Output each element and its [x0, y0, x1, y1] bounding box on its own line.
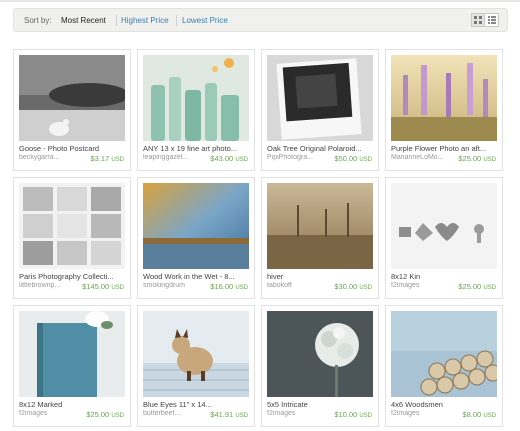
listing-photo[interactable] [391, 311, 497, 397]
sort-lowest-price[interactable]: Lowest Price [182, 16, 228, 25]
listing-title[interactable]: 5x5 Intricate [267, 400, 373, 409]
sort-highest-price[interactable]: Highest Price [121, 16, 169, 25]
listing-shop[interactable]: MarianneLoMo... [391, 154, 451, 161]
listing-shop[interactable]: beckygarra... [19, 154, 79, 161]
listing-title[interactable]: Goose - Photo Postcard [19, 144, 125, 153]
listing-price: $25.00 USD [458, 154, 496, 163]
listing-price: $43.00 USD [210, 154, 248, 163]
sort-separator [176, 15, 177, 26]
listing-card[interactable]: 4x6 Woodsmen f2images $8.00 USD [385, 305, 503, 427]
list-view-icon [487, 16, 496, 24]
listing-photo[interactable] [267, 55, 373, 141]
listing-price: $30.00 USD [334, 282, 372, 291]
listing-card[interactable]: 8x12 Kin f2images $25.00 USD [385, 177, 503, 299]
listing-title[interactable]: Paris Photography Collecti... [19, 272, 125, 281]
listing-shop[interactable]: PipiPhotogra... [267, 154, 327, 161]
listing-price: $10.00 USD [334, 410, 372, 419]
listing-shop[interactable]: tabokoff [267, 282, 327, 289]
listing-card[interactable]: 5x5 Intricate f2images $10.00 USD [261, 305, 379, 427]
listing-price: $25.00 USD [458, 282, 496, 291]
listing-shop[interactable]: f2images [391, 282, 451, 289]
listing-shop[interactable]: f2images [19, 410, 79, 417]
listing-title[interactable]: Purple Flower Photo an aft... [391, 144, 497, 153]
listing-title[interactable]: Wood Work in the Wet - 8... [143, 272, 249, 281]
listing-price: $50.00 USD [334, 154, 372, 163]
listing-title[interactable]: hiver [267, 272, 373, 281]
listing-title[interactable]: 4x6 Woodsmen [391, 400, 497, 409]
listing-card[interactable]: Purple Flower Photo an aft... MarianneLo… [385, 49, 503, 171]
listing-photo[interactable] [267, 311, 373, 397]
grid-view-icon [474, 16, 482, 24]
listing-photo[interactable] [391, 55, 497, 141]
listing-card[interactable]: hiver tabokoff $30.00 USD [261, 177, 379, 299]
listing-photo[interactable] [19, 55, 125, 141]
listing-card[interactable]: Oak Tree Original Polaroid... PipiPhotog… [261, 49, 379, 171]
listing-price: $145.00 USD [82, 282, 124, 291]
listing-price: $41.91 USD [210, 410, 248, 419]
listing-title[interactable]: 8x12 Marked [19, 400, 125, 409]
listing-shop[interactable]: f2images [267, 410, 327, 417]
listing-title[interactable]: 8x12 Kin [391, 272, 497, 281]
listing-photo[interactable] [19, 311, 125, 397]
listing-photo[interactable] [19, 183, 125, 269]
listing-shop[interactable]: leapinggazel... [143, 154, 203, 161]
listing-card[interactable]: Paris Photography Collecti... littlebrow… [13, 177, 131, 299]
listing-card[interactable]: Wood Work in the Wet - 8... smokingdrum … [137, 177, 255, 299]
listing-price: $16.00 USD [210, 282, 248, 291]
listing-price: $25.00 USD [86, 410, 124, 419]
sort-label: Sort by: [24, 16, 52, 25]
listing-photo[interactable] [143, 311, 249, 397]
listing-title[interactable]: Oak Tree Original Polaroid... [267, 144, 373, 153]
listing-photo[interactable] [143, 55, 249, 141]
listing-card[interactable]: ANY 13 x 19 fine art photo... leapinggaz… [137, 49, 255, 171]
listing-price: $3.17 USD [90, 154, 124, 163]
grid-view-button[interactable] [471, 13, 485, 27]
listing-card[interactable]: 8x12 Marked f2images $25.00 USD [13, 305, 131, 427]
listing-card[interactable]: Blue Eyes 11" x 14... butterbeef... $41.… [137, 305, 255, 427]
listing-shop[interactable]: smokingdrum [143, 282, 203, 289]
top-divider [0, 0, 520, 2]
view-toggle [471, 13, 499, 27]
sort-most-recent[interactable]: Most Recent [61, 16, 106, 25]
listing-shop[interactable]: f2images [391, 410, 451, 417]
list-view-button[interactable] [485, 13, 499, 27]
listing-title[interactable]: Blue Eyes 11" x 14... [143, 400, 249, 409]
listing-photo[interactable] [143, 183, 249, 269]
listing-photo[interactable] [267, 183, 373, 269]
sort-bar: Sort by: Most Recent Highest Price Lowes… [13, 8, 508, 32]
listing-shop[interactable]: littlebrownp... [19, 282, 79, 289]
sort-separator [116, 15, 117, 26]
listing-photo[interactable] [391, 183, 497, 269]
listing-title[interactable]: ANY 13 x 19 fine art photo... [143, 144, 249, 153]
listing-shop[interactable]: butterbeef... [143, 410, 203, 417]
listing-card[interactable]: Goose - Photo Postcard beckygarra... $3.… [13, 49, 131, 171]
listing-price: $8.00 USD [462, 410, 496, 419]
